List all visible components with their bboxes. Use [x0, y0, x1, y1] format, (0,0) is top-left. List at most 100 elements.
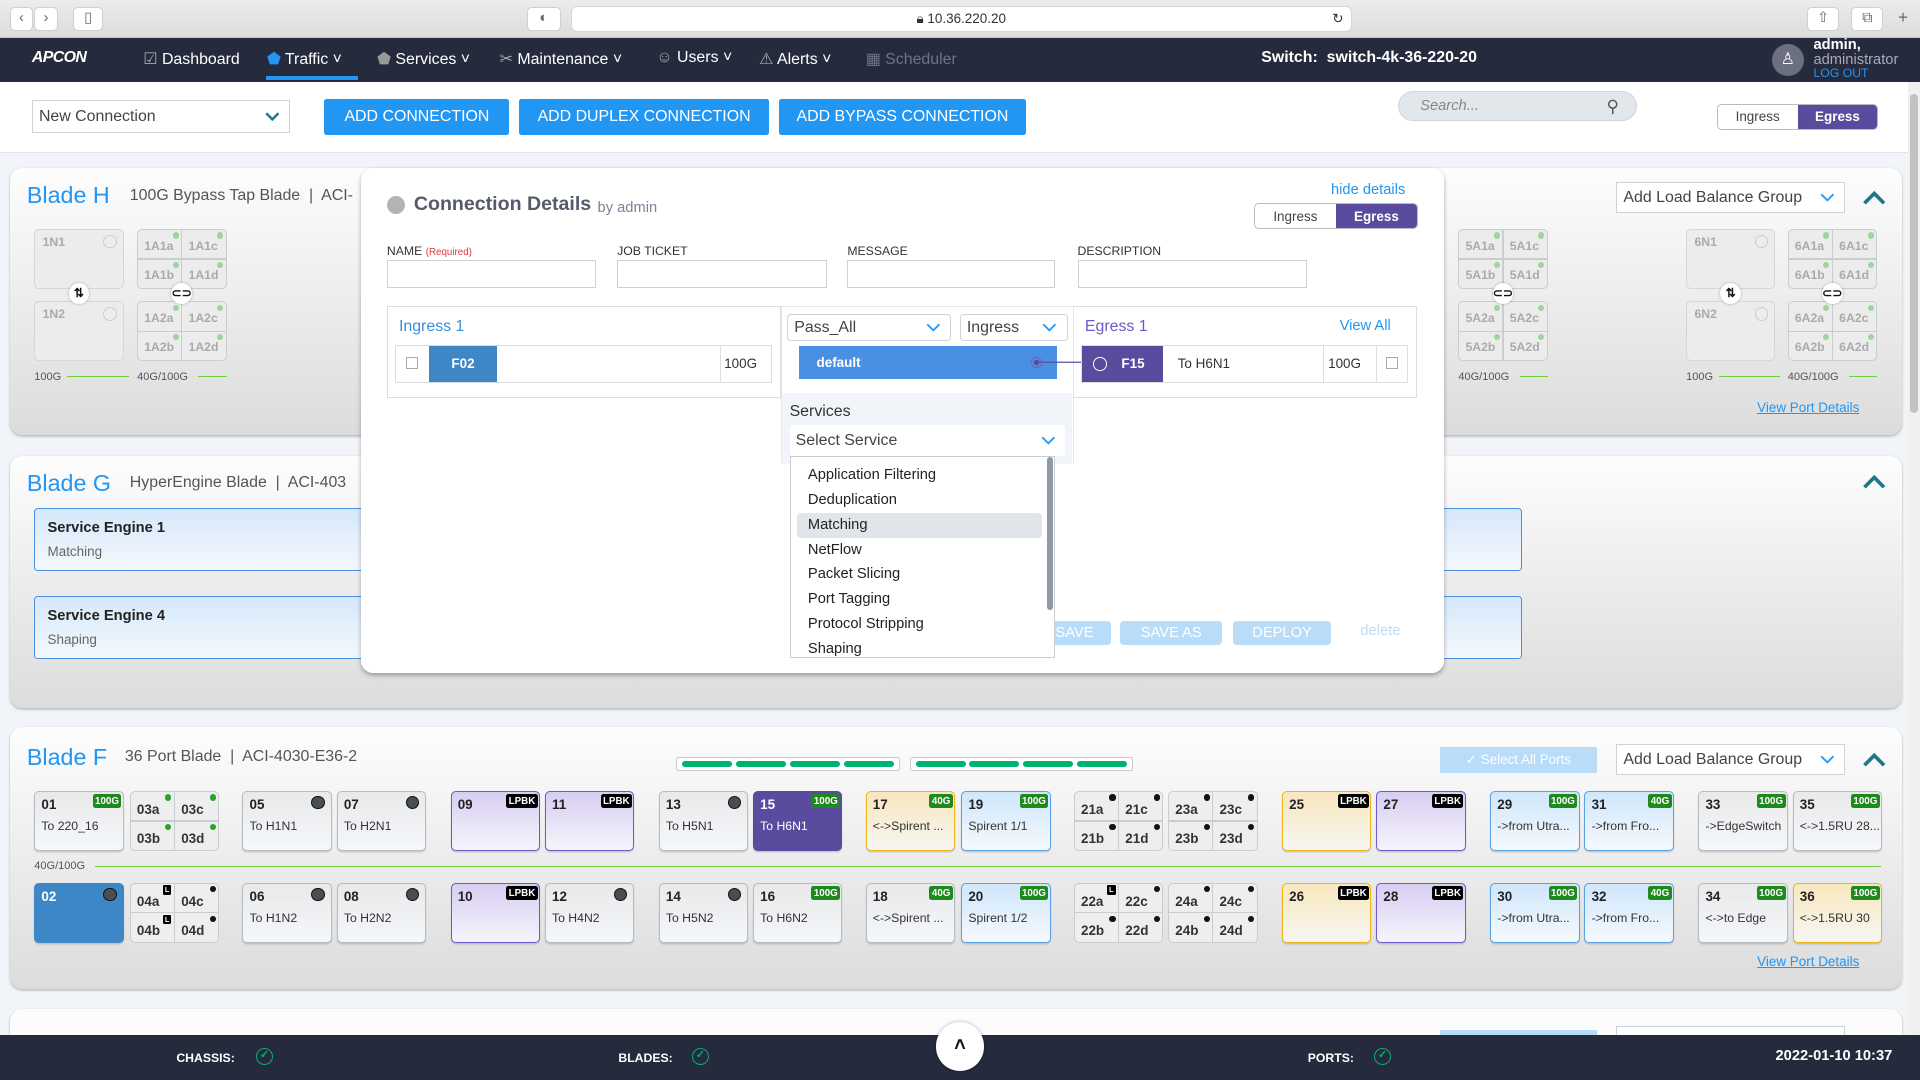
- port-08[interactable]: 08 To H2N2: [336, 882, 427, 943]
- port-33[interactable]: 33 ->EdgeSwitch 100G: [1698, 791, 1788, 852]
- add-bypass-connection-button[interactable]: ADD BYPASS CONNECTION: [778, 99, 1027, 135]
- select-all-ports-button[interactable]: ✓ Select All Ports: [1439, 746, 1597, 773]
- port-18[interactable]: 18 <->Spirent ... 40G: [865, 882, 956, 943]
- port-26[interactable]: 26 LPBK: [1282, 882, 1372, 943]
- port-14[interactable]: 14 To H5N2: [658, 882, 749, 943]
- port-29[interactable]: 29 ->from Utra... 100G: [1490, 791, 1580, 852]
- port-04a[interactable]: 04a L: [130, 883, 174, 913]
- port-22a[interactable]: 22a L: [1074, 883, 1118, 913]
- ingress-port-row[interactable]: F02 100G: [395, 345, 773, 384]
- view-all-link[interactable]: View All: [1340, 318, 1391, 334]
- port-23b[interactable]: 23b: [1169, 821, 1213, 851]
- port-03d[interactable]: 03d: [175, 821, 219, 851]
- port-24d[interactable]: 24d: [1213, 913, 1257, 942]
- nav-alerts[interactable]: ⚠ Alerts ˅: [759, 49, 831, 69]
- delete-link[interactable]: delete: [1360, 623, 1400, 639]
- deploy-button[interactable]: DEPLOY: [1233, 620, 1331, 646]
- port-6A2a[interactable]: 6A2a: [1788, 302, 1832, 331]
- link-icon[interactable]: ⊂⊃: [1492, 282, 1514, 304]
- port-23c[interactable]: 23c: [1213, 792, 1257, 821]
- port-5A2b[interactable]: 5A2b: [1459, 331, 1503, 361]
- port-21a[interactable]: 21a: [1074, 792, 1118, 821]
- apcon-logo[interactable]: APCON: [32, 49, 87, 67]
- port-19[interactable]: 19 Spirent 1/1 100G: [961, 791, 1051, 852]
- link-icon[interactable]: ⊂⊃: [171, 282, 193, 304]
- egress-port-row[interactable]: F15 To H6N1 100G: [1081, 345, 1409, 384]
- port-5A2d[interactable]: 5A2d: [1503, 331, 1547, 361]
- radio-icon[interactable]: [1093, 357, 1107, 371]
- collapse-chevron-up-icon[interactable]: [1862, 753, 1886, 768]
- port-01[interactable]: 01 To 220_16 100G: [34, 791, 124, 852]
- checkbox[interactable]: [406, 357, 419, 370]
- port-36[interactable]: 36 <->1.5RU 30 100G: [1792, 882, 1882, 943]
- service-option[interactable]: Port Tagging: [797, 587, 1042, 612]
- nav-dashboard[interactable]: ☑ Dashboard: [143, 49, 240, 69]
- port-21b[interactable]: 21b: [1074, 821, 1118, 851]
- port-15[interactable]: 15 To H6N1 100G: [753, 791, 843, 852]
- load-balance-group-select[interactable]: Add Load Balance Group: [1616, 744, 1846, 776]
- port-12[interactable]: 12 To H4N2: [544, 882, 635, 943]
- port-10[interactable]: 10 LPBK: [450, 882, 540, 943]
- ingress-toggle[interactable]: Ingress: [1717, 105, 1798, 129]
- select-service-dropdown[interactable]: Select Service: [789, 424, 1066, 457]
- port-28[interactable]: 28 LPBK: [1376, 882, 1466, 943]
- port-1A2b[interactable]: 1A2b: [138, 331, 182, 361]
- port-6A1a[interactable]: 6A1a: [1788, 229, 1832, 259]
- port-23d[interactable]: 23d: [1213, 821, 1257, 851]
- port-5A1a[interactable]: 5A1a: [1459, 229, 1503, 259]
- port-17[interactable]: 17 <->Spirent ... 40G: [865, 791, 956, 852]
- port-02[interactable]: 02: [34, 882, 124, 943]
- service-option[interactable]: Protocol Stripping: [797, 612, 1042, 637]
- service-option[interactable]: Packet Slicing: [797, 562, 1042, 587]
- forward-button[interactable]: ›: [34, 7, 58, 31]
- port-20[interactable]: 20 Spirent 1/2 100G: [961, 882, 1051, 943]
- nav-users[interactable]: ☺ Users ˅: [656, 49, 732, 67]
- port-21c[interactable]: 21c: [1119, 792, 1163, 821]
- url-bar[interactable]: 🔒︎ 10.36.220.20 ↻: [570, 6, 1352, 32]
- collapse-chevron-up-icon[interactable]: [1862, 475, 1886, 490]
- port-5A1d[interactable]: 5A1d: [1503, 259, 1547, 288]
- view-port-details-link[interactable]: View Port Details: [1757, 400, 1859, 415]
- service-option[interactable]: NetFlow: [797, 538, 1042, 563]
- port-1A2c[interactable]: 1A2c: [182, 302, 226, 331]
- port-34[interactable]: 34 <->to Edge 100G: [1698, 882, 1788, 943]
- port-6A1c[interactable]: 6A1c: [1833, 229, 1877, 259]
- name-input[interactable]: [386, 259, 597, 288]
- port-6A1d[interactable]: 6A1d: [1833, 259, 1877, 288]
- port-13[interactable]: 13 To H5N1: [658, 791, 749, 852]
- scroll-top-chevron-icon[interactable]: ˄: [935, 1022, 985, 1072]
- port-24a[interactable]: 24a: [1169, 883, 1213, 913]
- share-icon[interactable]: ⇧: [1807, 7, 1840, 31]
- add-duplex-connection-button[interactable]: ADD DUPLEX CONNECTION: [519, 99, 769, 135]
- service-option[interactable]: Deduplication: [797, 488, 1042, 513]
- port-6A2c[interactable]: 6A2c: [1833, 302, 1877, 331]
- port-31[interactable]: 31 ->from Fro... 40G: [1584, 791, 1674, 852]
- scrollbar-thumb[interactable]: [1047, 456, 1054, 610]
- port-1A2d[interactable]: 1A2d: [182, 331, 226, 361]
- user-avatar[interactable]: ♙: [1771, 44, 1804, 76]
- service-option[interactable]: Application Filtering: [797, 463, 1042, 488]
- port-25[interactable]: 25 LPBK: [1282, 791, 1372, 852]
- port-30[interactable]: 30 ->from Utra... 100G: [1490, 882, 1580, 943]
- new-tab-icon[interactable]: +: [1898, 7, 1908, 28]
- port-6N2[interactable]: 6N2: [1686, 301, 1776, 362]
- port-22c[interactable]: 22c: [1119, 883, 1163, 913]
- page-scrollbar[interactable]: [1907, 82, 1920, 1035]
- sidebar-toggle-icon[interactable]: ▯: [73, 7, 103, 31]
- port-05[interactable]: 05 To H1N1: [242, 791, 332, 852]
- port-5A1b[interactable]: 5A1b: [1459, 259, 1503, 288]
- port-1N2[interactable]: 1N2: [34, 301, 124, 362]
- port-1A2a[interactable]: 1A2a: [138, 302, 182, 331]
- swap-icon[interactable]: ⇅: [1720, 282, 1742, 304]
- nav-maintenance[interactable]: ✂ Maintenance ˅: [500, 49, 623, 69]
- description-input[interactable]: [1077, 259, 1307, 288]
- port-1A1d[interactable]: 1A1d: [182, 259, 226, 288]
- egress-toggle[interactable]: Egress: [1335, 204, 1417, 228]
- link-icon[interactable]: ⊂⊃: [1822, 282, 1843, 304]
- port-5A2c[interactable]: 5A2c: [1503, 302, 1547, 331]
- message-input[interactable]: [847, 259, 1056, 288]
- port-24b[interactable]: 24b: [1169, 913, 1213, 942]
- scrollbar-thumb[interactable]: [1910, 94, 1918, 413]
- filter-select[interactable]: Pass_All: [787, 314, 952, 342]
- port-1N1[interactable]: 1N1: [34, 228, 124, 289]
